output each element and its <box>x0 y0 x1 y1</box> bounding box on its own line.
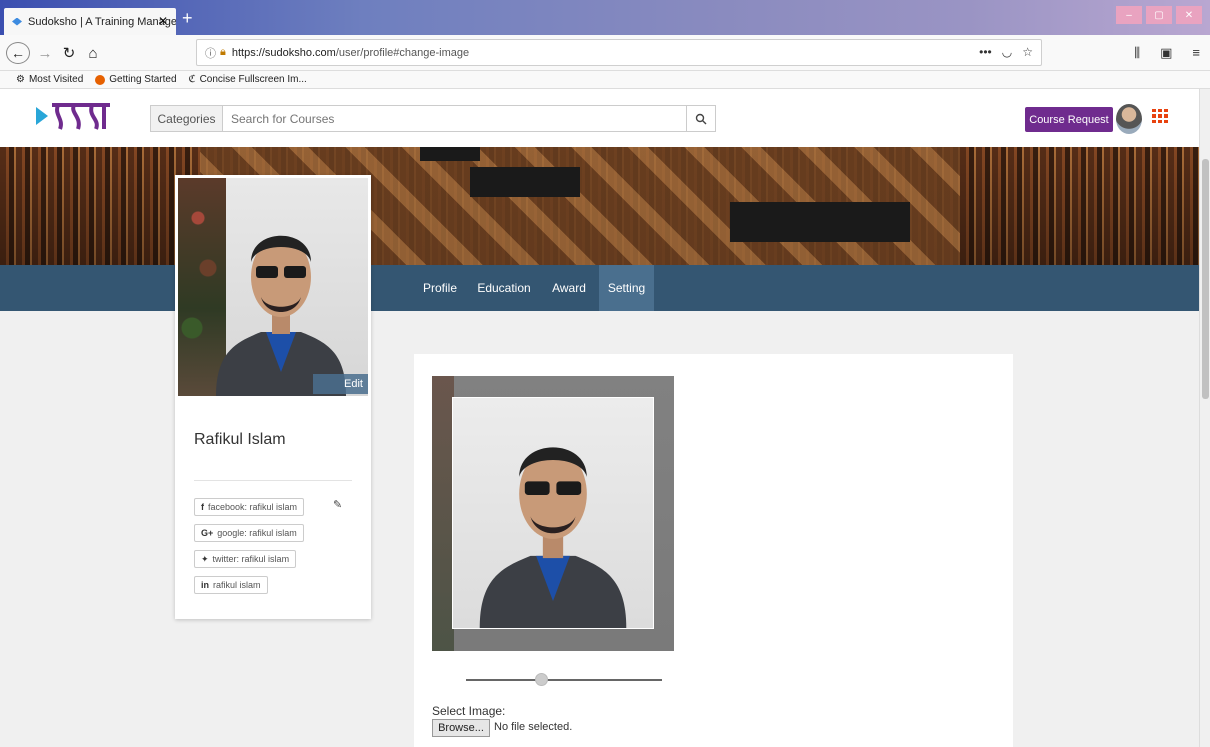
profile-photo: Edit <box>178 178 368 396</box>
minimize-button[interactable]: – <box>1116 6 1142 24</box>
url-host: https://sudoksho.com <box>231 46 336 59</box>
tab-profile[interactable]: Profile <box>415 265 465 311</box>
file-status: No file selected. <box>494 721 573 733</box>
divider <box>194 480 352 481</box>
facebook-link[interactable]: f facebook: rafikul islam <box>194 498 305 516</box>
zoom-slider-track[interactable] <box>466 679 662 681</box>
user-avatar[interactable] <box>1116 104 1142 134</box>
page-content: Categories Course Request Profile Educat… <box>0 89 1199 747</box>
twitter-icon: ✦ <box>201 553 209 564</box>
bookmark-most-visited[interactable]: ⚙ Most Visited <box>16 74 83 85</box>
tab-setting[interactable]: Setting <box>599 265 654 311</box>
lock-icon: 🔒︎ <box>220 46 226 58</box>
user-name: Rafikul Islam <box>194 431 286 448</box>
search-button[interactable] <box>686 105 716 132</box>
menu-icon[interactable]: ≡ <box>1192 45 1200 61</box>
bookmark-star-icon[interactable]: ☆ <box>1022 45 1033 59</box>
linkedin-icon: in <box>201 580 209 590</box>
maximize-button[interactable]: ▢ <box>1146 6 1172 24</box>
window-controls: – ▢ ✕ <box>1116 6 1202 24</box>
browse-button[interactable]: Browse... <box>432 719 490 737</box>
new-tab-button[interactable]: + <box>182 8 193 28</box>
page-actions-icon[interactable]: ••• <box>979 45 992 59</box>
site-favicon-icon <box>12 17 22 26</box>
tab-title: Sudoksho | A Training Manage <box>28 15 176 28</box>
bookmark-concise-fullscreen[interactable]: ℭ Concise Fullscreen Im... <box>189 74 307 85</box>
forward-arrow-icon[interactable]: → <box>36 42 54 64</box>
search-icon <box>695 113 707 124</box>
bookmarks-bar: ⚙ Most Visited Getting Started ℭ Concise… <box>0 71 1210 89</box>
zoom-slider-handle[interactable] <box>535 673 548 686</box>
select-image-label: Select Image: <box>432 704 506 718</box>
image-cropper[interactable] <box>432 376 674 651</box>
twitter-link[interactable]: ✦ twitter: rafikul islam <box>194 550 297 568</box>
google-plus-icon: G+ <box>201 528 214 538</box>
browser-tab-bar: Sudoksho | A Training Manage ✕ + – ▢ ✕ <box>0 0 1210 35</box>
sidebar-icon[interactable]: ▣ <box>1160 45 1172 61</box>
sudoksho-logo[interactable] <box>34 99 114 133</box>
tab-award[interactable]: Award <box>543 265 595 311</box>
profile-card: Edit Rafikul Islam f facebook: rafikul is… <box>175 175 371 619</box>
facebook-icon: f <box>201 502 204 512</box>
scrollbar-thumb[interactable] <box>1202 159 1209 399</box>
person-image <box>216 235 346 396</box>
categories-button[interactable]: Categories <box>150 105 222 132</box>
close-window-button[interactable]: ✕ <box>1176 6 1202 24</box>
google-link[interactable]: G+ google: rafikul islam <box>194 524 304 542</box>
browser-nav-bar: ← → ↻ ⌂ ⓘ 🔒︎ https://sudoksho.com/user/p… <box>0 35 1210 71</box>
back-arrow-icon[interactable]: ← <box>6 42 30 64</box>
course-request-button[interactable]: Course Request <box>1025 107 1113 132</box>
reload-icon[interactable]: ↻ <box>60 42 78 64</box>
info-icon[interactable]: ⓘ <box>205 45 216 61</box>
edit-photo-button[interactable]: Edit <box>313 374 368 394</box>
site-header: Categories Course Request <box>0 89 1199 147</box>
change-image-card: Select Image: Browse... No file selected… <box>414 354 1013 747</box>
page-scrollbar[interactable] <box>1199 89 1210 747</box>
search-input[interactable] <box>222 105 687 132</box>
apps-grid-icon[interactable] <box>1152 109 1168 123</box>
tab-close-icon[interactable]: ✕ <box>158 14 168 28</box>
gear-icon: ⚙ <box>16 74 25 85</box>
crop-box[interactable] <box>452 397 654 629</box>
pocket-icon[interactable]: ◡ <box>1002 45 1012 59</box>
bookmark-getting-started[interactable]: Getting Started <box>95 74 177 85</box>
linkedin-link[interactable]: in rafikul islam <box>194 576 268 594</box>
browser-tab[interactable]: Sudoksho | A Training Manage ✕ <box>4 8 176 35</box>
person-crop-image <box>479 447 627 628</box>
tab-education[interactable]: Education <box>469 265 539 311</box>
home-icon[interactable]: ⌂ <box>84 42 102 64</box>
address-bar[interactable]: ⓘ 🔒︎ https://sudoksho.com/user/profile#c… <box>196 39 1042 66</box>
pencil-icon[interactable]: ✎ <box>333 498 342 511</box>
url-path: /user/profile#change-image <box>335 46 470 59</box>
firefox-icon <box>95 74 106 85</box>
library-icon[interactable]: ⫼ <box>1134 45 1140 61</box>
bookmark-site-icon: ℭ <box>188 74 196 85</box>
